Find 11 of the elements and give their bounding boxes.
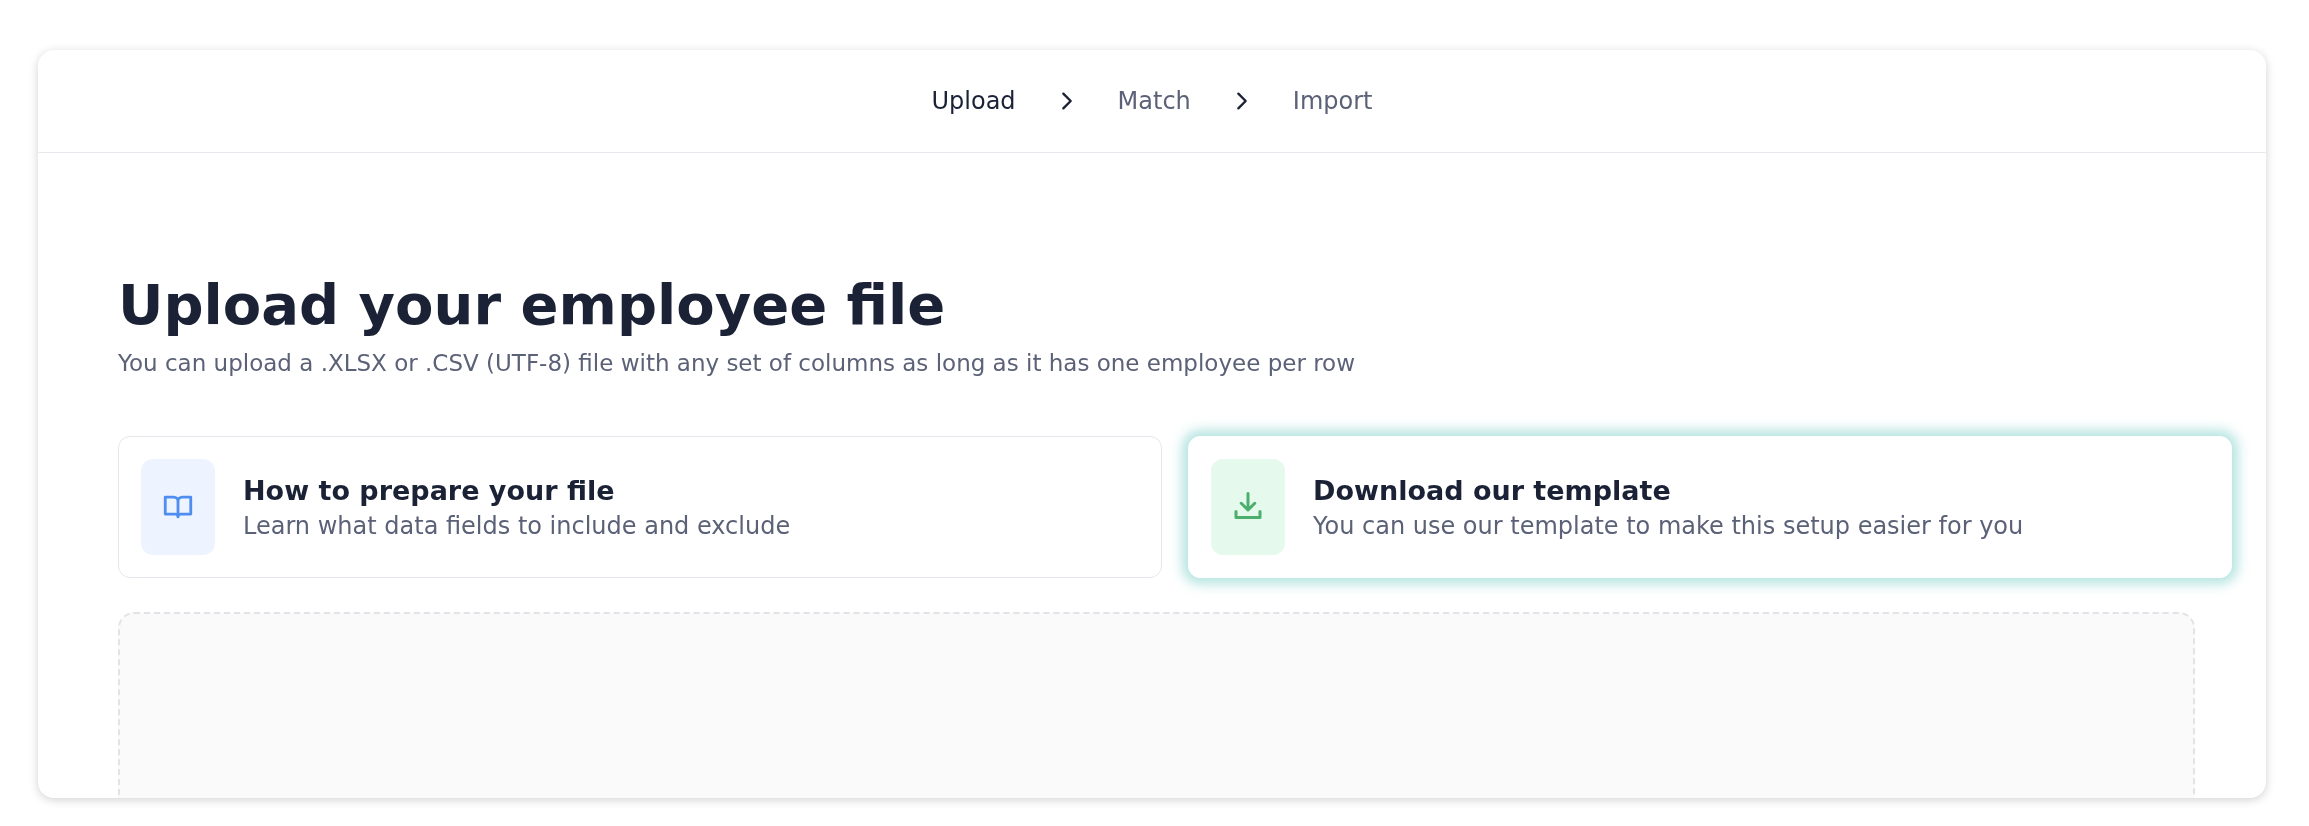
step-tab[interactable]: Import	[1292, 87, 1373, 115]
step-tab[interactable]: Upload	[931, 87, 1016, 115]
page-subtitle: You can upload a .XLSX or .CSV (UTF-8) file with any set of columns as long as it has one employee per row	[118, 350, 1356, 377]
step-tab[interactable]: Match	[1117, 87, 1191, 115]
option-card[interactable]: How to prepare your file Learn what data fields to include and exclude	[118, 436, 1162, 579]
page-title: Upload your employee file	[118, 271, 947, 339]
option-title: Download our template	[1313, 474, 1672, 506]
option-title: How to prepare your file	[243, 474, 616, 506]
option-description: Learn what data fields to include and exclude	[243, 511, 791, 540]
option-description: You can use our template to make this setup easier for you	[1313, 511, 2024, 540]
option-card[interactable]: Download our template You can use our template to make this setup easier for you	[1188, 436, 2232, 579]
